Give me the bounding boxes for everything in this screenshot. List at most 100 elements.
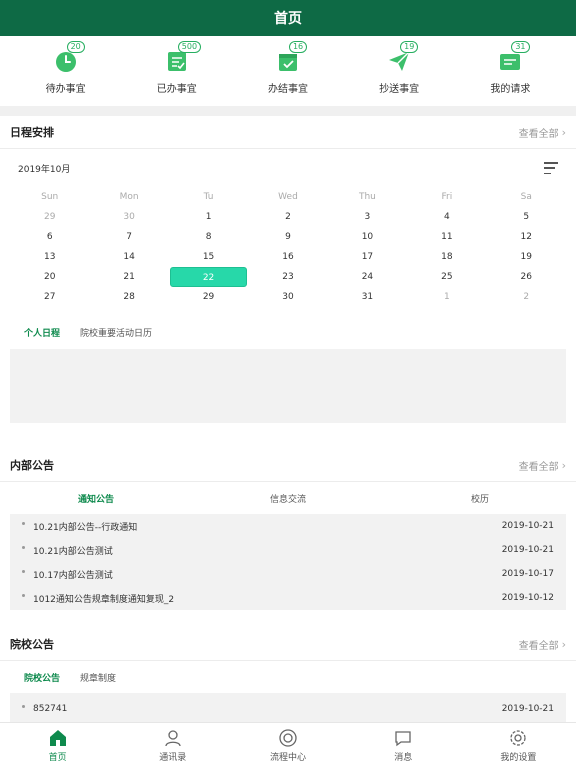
done-list-icon: 500 [164,40,202,74]
calendar-day[interactable]: 30 [89,207,168,227]
tab-notices[interactable]: 通知公告 [0,492,192,505]
badge-count: 500 [177,40,202,53]
item-title: 10.21内部公告--行政通知 [33,522,138,533]
calendar-day[interactable]: 21 [89,267,168,287]
nav-settings[interactable]: 我的设置 [461,723,576,768]
calendar-day[interactable]: 15 [169,247,248,267]
calendar-day[interactable]: 29 [10,207,89,227]
week-row: 6 7 8 9 10 11 12 [10,227,566,247]
calendar-day[interactable]: 3 [328,207,407,227]
calendar-day[interactable]: 28 [89,287,168,307]
calendar-day[interactable]: 2 [487,287,566,307]
item-title: 852741 [33,704,68,714]
tab-regulations[interactable]: 规章制度 [80,671,116,684]
bullet-icon [22,593,25,597]
list-item[interactable]: 10.17内部公告测试 2019-10-17 [10,562,566,586]
chevron-right-icon: › [561,125,566,139]
request-icon: 31 [497,40,530,74]
quick-item-label: 抄送事宜 [379,83,420,95]
internal-header: 内部公告 查看全部 › [0,449,576,482]
quick-item-label: 我的请求 [490,83,531,95]
calendar-day[interactable]: 30 [248,287,327,307]
tab-school-notices[interactable]: 院校公告 [24,671,60,684]
quick-item-cc[interactable]: 19 抄送事宜 [354,40,444,95]
item-date: 2019-10-17 [501,569,554,579]
settings-icon [510,730,527,746]
calendar-day[interactable]: 14 [89,247,168,267]
calendar-day[interactable]: 17 [328,247,407,267]
menu-icon[interactable] [544,162,558,174]
nav-contacts[interactable]: 通讯录 [115,723,230,768]
bullet-icon [22,545,25,549]
calendar-day[interactable]: 13 [10,247,89,267]
calendar-day[interactable]: 10 [328,227,407,247]
calendar-day[interactable]: 20 [10,267,89,287]
page-title: 首页 [274,11,302,27]
calendar-day[interactable]: 25 [407,267,486,287]
contacts-icon [165,730,181,747]
weekday-label: Sun [41,192,59,202]
list-item[interactable]: 1012通知公告规章制度通知复现_2 2019-10-12 [10,586,566,610]
calendar-day[interactable]: 12 [487,227,566,247]
chevron-right-icon: › [561,637,566,651]
calendar-day[interactable]: 8 [169,227,248,247]
calendar-day[interactable]: 5 [487,207,566,227]
school-view-all-link[interactable]: 查看全部 › [519,637,566,652]
item-date: 2019-10-12 [501,593,554,603]
week-row: 29 30 1 2 3 4 5 [10,207,566,227]
tab-info-exchange[interactable]: 信息交流 [192,492,384,505]
nav-messages[interactable]: 消息 [346,723,461,768]
quick-item-requests[interactable]: 31 我的请求 [465,40,555,95]
message-icon [395,731,411,747]
calendar-day[interactable]: 19 [487,247,566,267]
calendar-header: 2019年10月 [0,149,576,187]
list-item[interactable]: 10.21内部公告--行政通知 2019-10-21 [10,514,566,538]
bullet-icon [22,521,25,525]
schedule-view-all-link[interactable]: 查看全部 › [519,125,566,140]
quick-item-done[interactable]: 500 已办事宜 [132,40,222,95]
internal-list: 10.21内部公告--行政通知 2019-10-21 10.21内部公告测试 2… [10,514,566,610]
tab-personal-schedule[interactable]: 个人日程 [24,326,60,339]
calendar-day[interactable]: 1 [407,287,486,307]
nav-process-center[interactable]: 流程中心 [230,723,345,768]
calendar-day[interactable]: 4 [407,207,486,227]
calendar-day[interactable]: 11 [407,227,486,247]
internal-view-all-link[interactable]: 查看全部 › [519,458,566,473]
item-date: 2019-10-21 [501,545,554,555]
calendar-day[interactable]: 1 [169,207,248,227]
week-row: 20 21 22 23 24 25 26 [10,267,566,287]
bullet-icon [22,569,25,573]
school-title: 院校公告 [10,638,54,651]
bottom-nav: 首页 通讯录 流程中心 消息 我的设置 [0,722,576,768]
calendar-day[interactable]: 31 [328,287,407,307]
calendar-day[interactable]: 27 [10,287,89,307]
calendar-day[interactable]: 9 [248,227,327,247]
calendar-day[interactable]: 7 [89,227,168,247]
quick-item-todo[interactable]: 20 待办事宜 [21,40,111,95]
view-all-label: 查看全部 [518,640,559,652]
quick-item-closed[interactable]: 16 办结事宜 [243,40,333,95]
calendar-day[interactable]: 6 [10,227,89,247]
calendar-day[interactable]: 29 [169,287,248,307]
calendar-day[interactable]: 24 [328,267,407,287]
home-icon [49,730,66,746]
section-divider [0,106,576,116]
tab-school-calendar[interactable]: 校历 [384,492,576,505]
calendar-day[interactable]: 26 [487,267,566,287]
list-item[interactable]: 10.21内部公告测试 2019-10-21 [10,538,566,562]
nav-home[interactable]: 首页 [0,723,115,768]
tab-school-calendar[interactable]: 院校重要活动日历 [80,326,152,339]
nav-label: 首页 [48,753,67,763]
weekday-label: Mon [119,192,139,202]
schedule-tabs: 个人日程 院校重要活动日历 [0,317,576,347]
calendar-day[interactable]: 16 [248,247,327,267]
calendar-day[interactable]: 23 [248,267,327,287]
nav-label: 消息 [394,753,413,763]
calendar-day-selected[interactable]: 22 [169,267,248,287]
item-date: 2019-10-21 [501,521,554,531]
calendar-day[interactable]: 2 [248,207,327,227]
quick-item-label: 待办事宜 [45,83,86,95]
internal-tabs: 通知公告 信息交流 校历 [0,482,576,514]
calendar-day[interactable]: 18 [407,247,486,267]
list-item[interactable]: 852741 2019-10-21 [10,693,566,725]
